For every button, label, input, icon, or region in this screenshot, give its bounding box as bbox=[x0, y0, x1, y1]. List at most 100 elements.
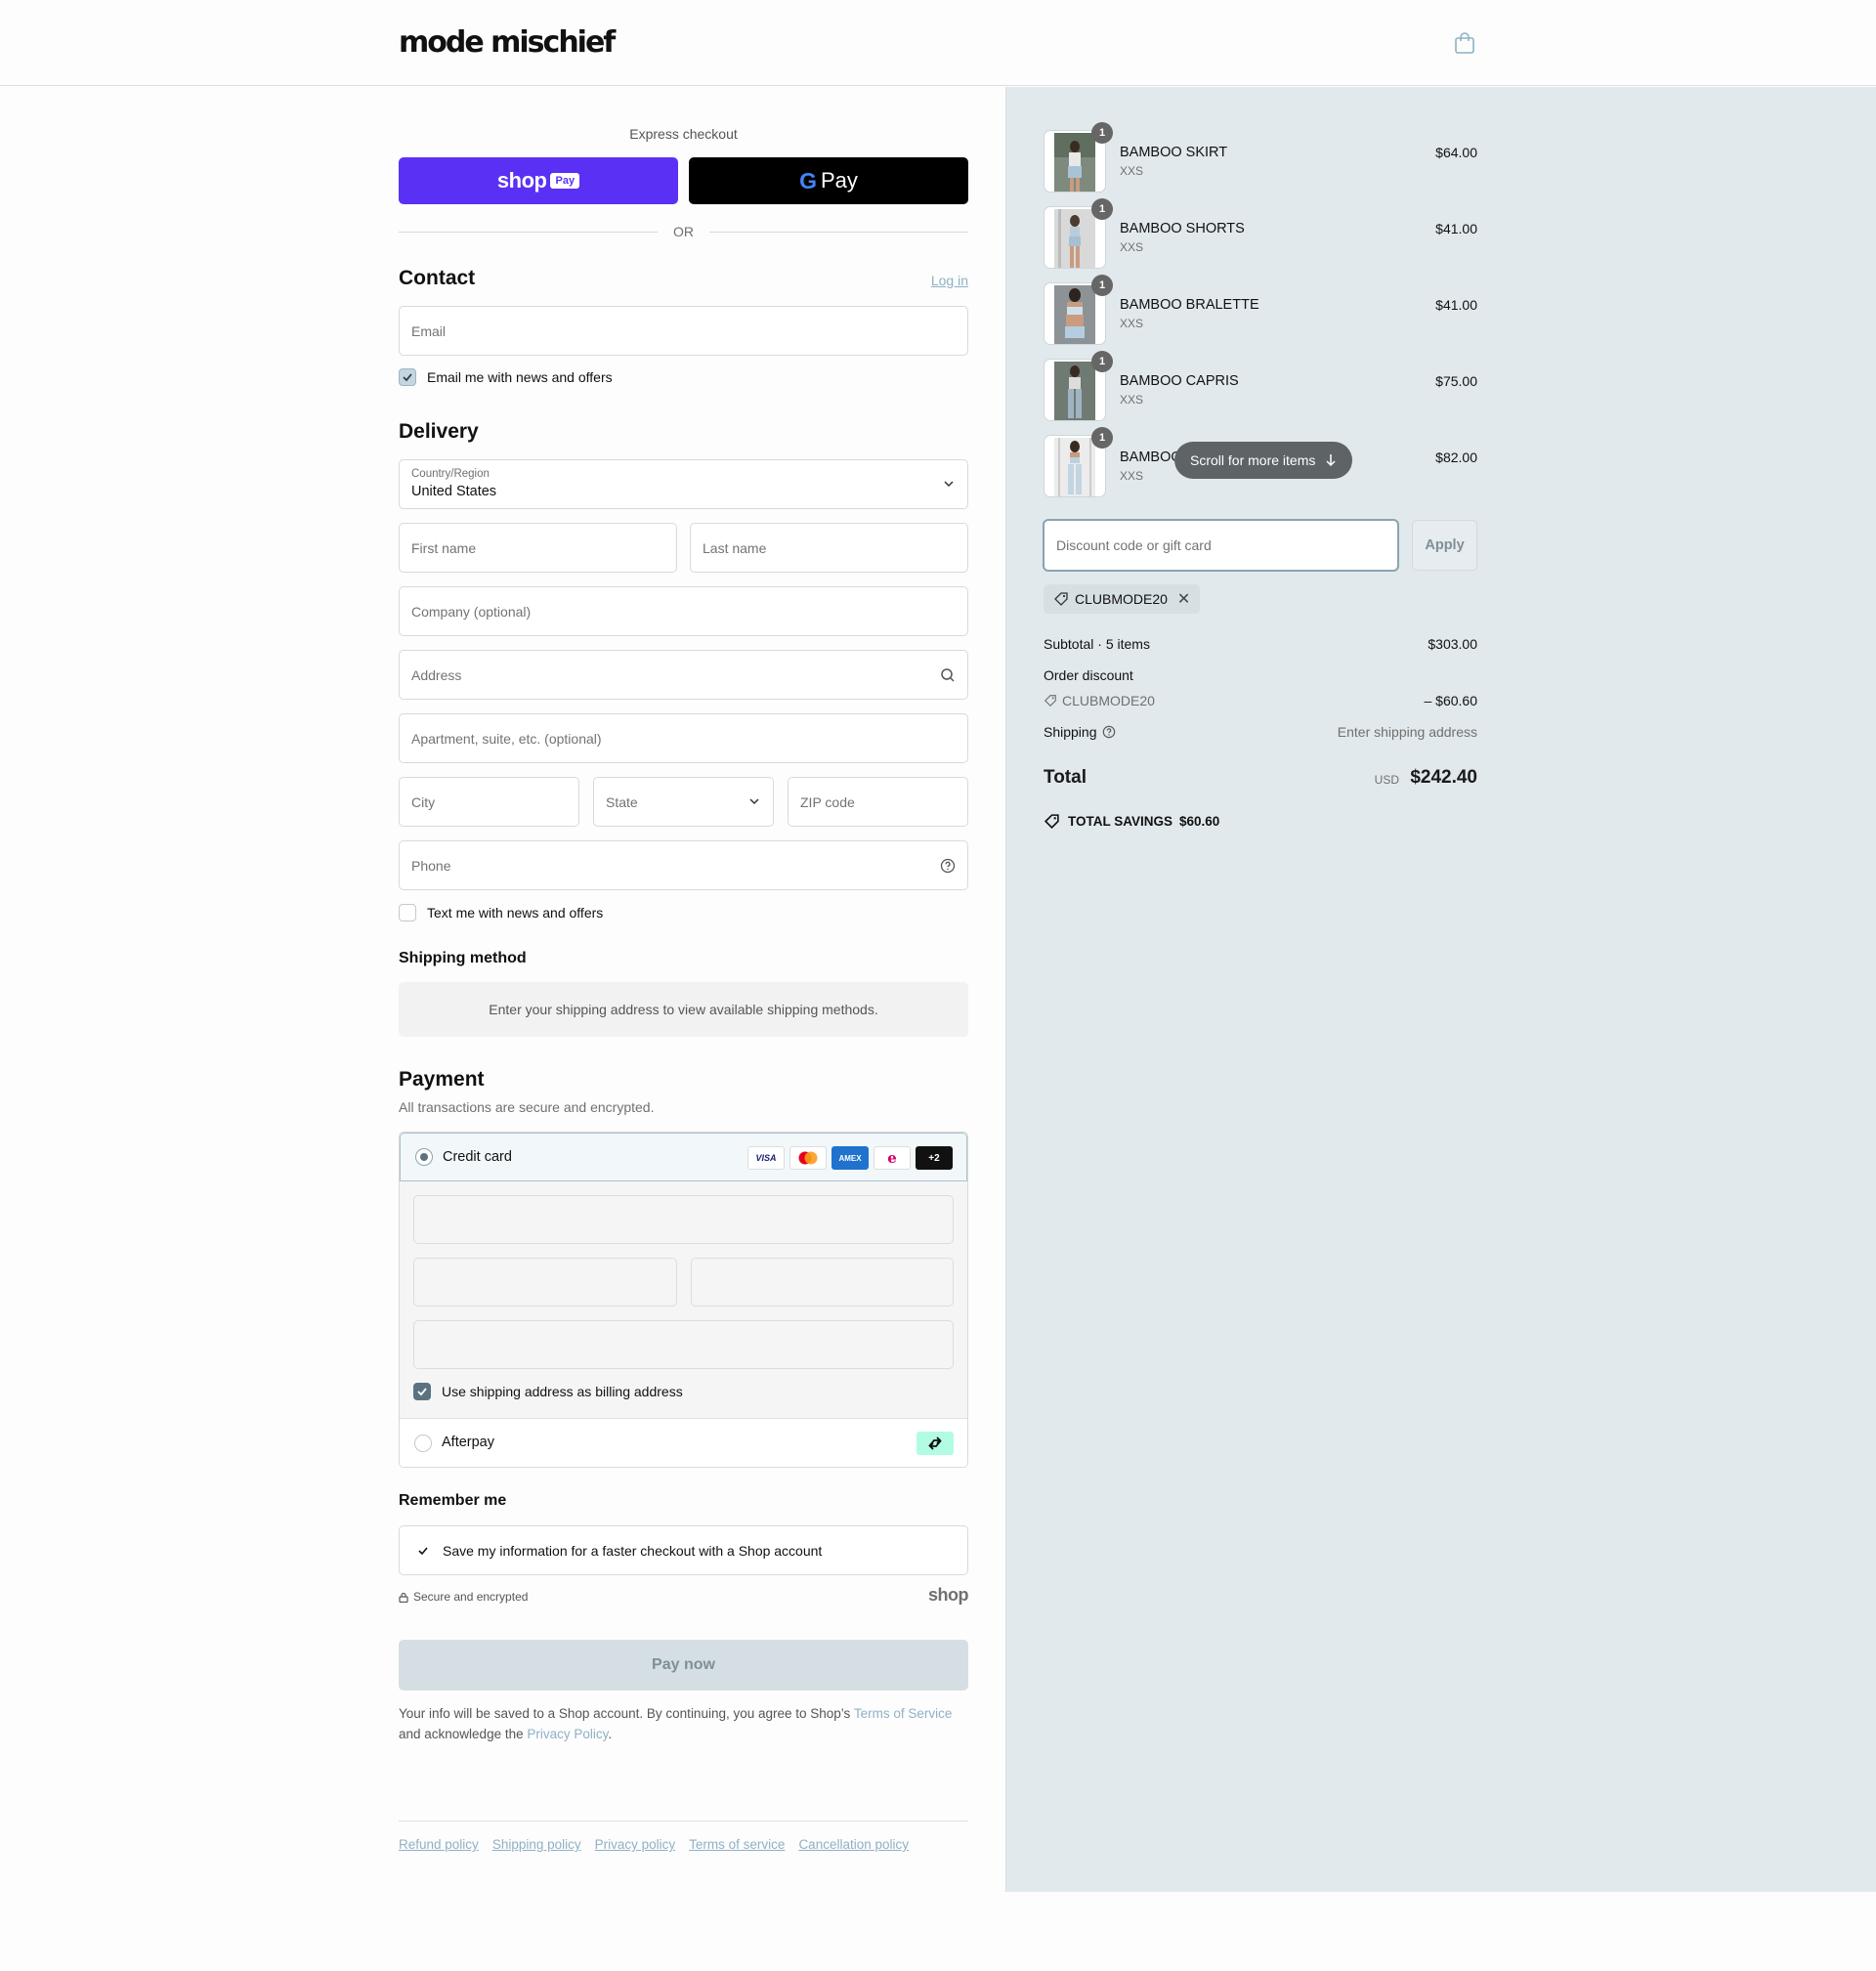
newsletter-option[interactable]: Email me with news and offers bbox=[399, 368, 613, 386]
legal-text-2: and acknowledge the bbox=[399, 1727, 528, 1741]
save-info-checkbox[interactable] bbox=[414, 1542, 432, 1560]
payment-methods: Credit card VISA AMEX e +2 Use shipping … bbox=[399, 1132, 968, 1468]
item-price: $64.00 bbox=[1435, 145, 1477, 160]
card-cvv-field[interactable] bbox=[691, 1258, 954, 1307]
scroll-for-more-button[interactable]: Scroll for more items bbox=[1174, 442, 1353, 479]
address-field[interactable]: Address bbox=[399, 650, 968, 700]
applied-code-label: CLUBMODE20 bbox=[1075, 591, 1168, 607]
amex-icon: AMEX bbox=[831, 1146, 869, 1170]
secure-note: Secure and encrypted bbox=[399, 1590, 528, 1604]
login-link[interactable]: Log in bbox=[931, 273, 968, 288]
remember-me-option[interactable]: Save my information for a faster checkou… bbox=[399, 1525, 968, 1575]
quantity-badge: 1 bbox=[1091, 275, 1113, 296]
save-info-row[interactable]: Save my information for a faster checkou… bbox=[414, 1542, 822, 1560]
billing-same-checkbox[interactable] bbox=[413, 1383, 431, 1400]
or-divider: OR bbox=[399, 222, 968, 241]
shop-pay-label: shop bbox=[496, 168, 547, 193]
currency-code: USD bbox=[1374, 773, 1399, 787]
secure-text: Secure and encrypted bbox=[413, 1590, 529, 1604]
sms-checkbox[interactable] bbox=[399, 904, 416, 921]
quantity-badge: 1 bbox=[1091, 198, 1113, 220]
terms-of-service-link[interactable]: Terms of Service bbox=[854, 1706, 953, 1721]
quantity-badge: 1 bbox=[1091, 122, 1113, 144]
billing-same-option[interactable]: Use shipping address as billing address bbox=[413, 1383, 683, 1400]
city-field[interactable]: City bbox=[399, 777, 579, 827]
help-circle-icon[interactable] bbox=[940, 858, 956, 874]
card-number-field[interactable] bbox=[413, 1195, 954, 1244]
apply-discount-button[interactable]: Apply bbox=[1412, 520, 1477, 571]
visa-icon: VISA bbox=[747, 1146, 785, 1170]
billing-same-label: Use shipping address as billing address bbox=[442, 1384, 683, 1399]
item-variant: XXS bbox=[1120, 393, 1144, 407]
tag-icon bbox=[1044, 814, 1059, 830]
item-variant: XXS bbox=[1120, 164, 1144, 178]
line-item: 1 BAMBOO SKIRT XXS $64.00 bbox=[1044, 122, 1477, 193]
shipping-policy-link[interactable]: Shipping policy bbox=[492, 1837, 581, 1852]
arrow-down-icon bbox=[1326, 454, 1336, 467]
terms-of-service-footer-link[interactable]: Terms of service bbox=[689, 1837, 785, 1852]
shipping-method-note: Enter your shipping address to view avai… bbox=[399, 982, 968, 1037]
mastercard-icon bbox=[789, 1146, 827, 1170]
privacy-policy-footer-link[interactable]: Privacy policy bbox=[595, 1837, 676, 1852]
afterpay-label: Afterpay bbox=[442, 1435, 494, 1450]
company-field[interactable]: Company (optional) bbox=[399, 586, 968, 636]
product-image bbox=[1054, 209, 1095, 268]
discount-amount: – $60.60 bbox=[1424, 693, 1478, 708]
pay-now-button[interactable]: Pay now bbox=[399, 1640, 968, 1691]
afterpay-option[interactable]: Afterpay bbox=[400, 1418, 967, 1467]
product-image bbox=[1054, 362, 1095, 420]
city-placeholder: City bbox=[411, 794, 436, 810]
afterpay-radio[interactable] bbox=[414, 1435, 432, 1452]
discount-placeholder: Discount code or gift card bbox=[1056, 537, 1212, 553]
line-item: 1 BAMBOO SHORTS XXS $41.00 bbox=[1044, 198, 1477, 269]
credit-card-radio[interactable] bbox=[415, 1148, 433, 1166]
help-circle-icon[interactable] bbox=[1102, 725, 1116, 739]
refund-policy-link[interactable]: Refund policy bbox=[399, 1837, 479, 1852]
check-icon bbox=[417, 1388, 427, 1396]
item-price: $75.00 bbox=[1435, 373, 1477, 389]
card-expiry-field[interactable] bbox=[413, 1258, 677, 1307]
card-name-field[interactable] bbox=[413, 1320, 954, 1369]
shipping-label: Shipping bbox=[1044, 724, 1116, 740]
first-name-placeholder: First name bbox=[411, 540, 477, 556]
first-name-field[interactable]: First name bbox=[399, 523, 677, 573]
privacy-policy-link[interactable]: Privacy Policy bbox=[527, 1727, 608, 1741]
quantity-badge: 1 bbox=[1091, 351, 1113, 372]
remove-discount-icon[interactable]: ✕ bbox=[1177, 589, 1190, 609]
savings-value: $60.60 bbox=[1179, 814, 1220, 829]
company-placeholder: Company (optional) bbox=[411, 604, 532, 620]
phone-placeholder: Phone bbox=[411, 858, 451, 874]
elo-icon: e bbox=[874, 1146, 911, 1170]
product-image bbox=[1054, 285, 1095, 344]
item-name: BAMBOO CAPRIS bbox=[1120, 373, 1239, 389]
subtotal-row: Subtotal · 5 items $303.00 bbox=[1044, 636, 1477, 652]
zip-field[interactable]: ZIP code bbox=[788, 777, 968, 827]
shipping-row: Shipping Enter shipping address bbox=[1044, 724, 1477, 740]
google-pay-button[interactable]: G Pay bbox=[689, 157, 968, 204]
last-name-field[interactable]: Last name bbox=[690, 523, 968, 573]
credit-card-option[interactable]: Credit card VISA AMEX e +2 bbox=[400, 1133, 967, 1181]
email-placeholder: Email bbox=[411, 323, 447, 339]
phone-field[interactable]: Phone bbox=[399, 840, 968, 890]
legal-text: Your info will be saved to a Shop accoun… bbox=[399, 1706, 953, 1741]
apartment-field[interactable]: Apartment, suite, etc. (optional) bbox=[399, 713, 968, 763]
savings-label: TOTAL SAVINGS bbox=[1068, 814, 1173, 829]
item-variant: XXS bbox=[1120, 317, 1144, 330]
save-info-label: Save my information for a faster checkou… bbox=[443, 1543, 823, 1559]
shopping-bag-icon[interactable] bbox=[1454, 31, 1475, 55]
cancellation-policy-link[interactable]: Cancellation policy bbox=[798, 1837, 909, 1852]
sms-option[interactable]: Text me with news and offers bbox=[399, 904, 603, 921]
country-select[interactable]: Country/Region United States bbox=[399, 459, 968, 509]
legal-text-1: Your info will be saved to a Shop accoun… bbox=[399, 1706, 854, 1721]
store-logo[interactable]: mode mischief bbox=[399, 25, 616, 60]
shop-pay-button[interactable]: shop Pay bbox=[399, 157, 678, 204]
search-icon bbox=[941, 668, 955, 682]
discount-code-input[interactable]: Discount code or gift card bbox=[1044, 520, 1398, 571]
product-image bbox=[1054, 133, 1095, 192]
line-item: 1 BAMBOO CAPRIS XXS $75.00 bbox=[1044, 351, 1477, 421]
chevron-down-icon bbox=[749, 798, 759, 805]
state-select[interactable]: State bbox=[593, 777, 774, 827]
newsletter-checkbox[interactable] bbox=[399, 368, 416, 386]
email-field[interactable]: Email bbox=[399, 306, 968, 356]
newsletter-label: Email me with news and offers bbox=[427, 369, 613, 385]
